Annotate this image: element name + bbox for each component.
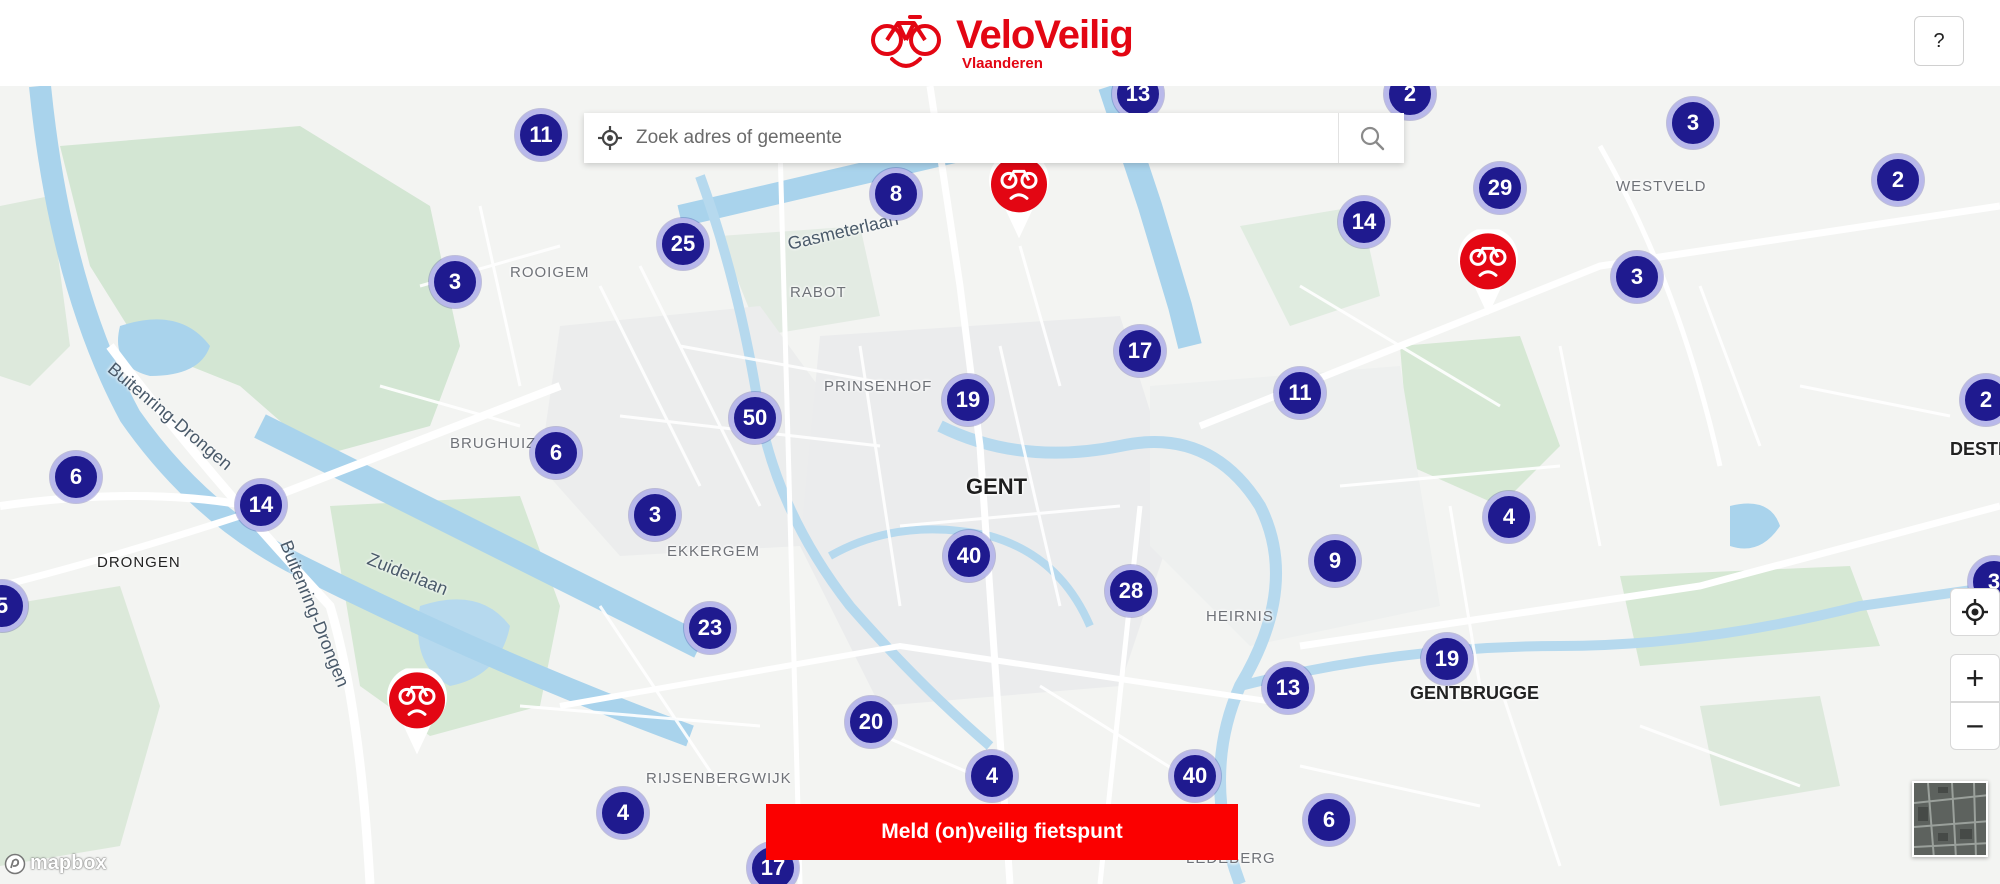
incident-cluster[interactable]: 40 xyxy=(943,530,995,582)
incident-cluster[interactable]: 9 xyxy=(1309,535,1361,587)
place-label: RIJSENBERGWIJK xyxy=(646,770,792,787)
incident-cluster[interactable]: 19 xyxy=(1421,633,1473,685)
incident-cluster[interactable]: 25 xyxy=(657,218,709,270)
incident-cluster[interactable]: 11 xyxy=(1274,367,1326,419)
mapbox-text: mapbox xyxy=(30,852,107,874)
incident-cluster[interactable]: 17 xyxy=(1114,325,1166,377)
incident-cluster[interactable]: 3 xyxy=(1611,251,1663,303)
incident-cluster[interactable]: 11 xyxy=(515,109,567,161)
place-label: RABOT xyxy=(790,284,847,301)
search-icon[interactable] xyxy=(1338,113,1404,163)
place-label: ROOIGEM xyxy=(510,264,590,281)
incident-cluster[interactable]: 6 xyxy=(50,451,102,503)
incident-cluster[interactable]: 4 xyxy=(966,750,1018,802)
geolocate-button[interactable] xyxy=(1950,588,2000,636)
incident-cluster[interactable]: 6 xyxy=(1303,794,1355,846)
mapbox-logo[interactable]: mapbox xyxy=(4,852,107,875)
zoom-in-button[interactable]: + xyxy=(1950,654,2000,702)
place-label: GENTBRUGGE xyxy=(1410,683,1540,703)
satellite-layer-icon[interactable] xyxy=(1912,781,1988,857)
place-label: WESTVELD xyxy=(1616,178,1707,195)
incident-cluster[interactable]: 6 xyxy=(530,427,582,479)
place-label: PRINSENHOF xyxy=(824,378,933,395)
place-label: DRONGEN xyxy=(97,554,181,571)
unsafe-spot-pin[interactable] xyxy=(986,152,1052,240)
bike-face-logo-icon xyxy=(871,15,941,68)
incident-cluster[interactable]: 2 xyxy=(1872,154,1924,206)
incident-cluster[interactable]: 20 xyxy=(845,696,897,748)
place-label: GENT xyxy=(966,474,1028,499)
veloveilig-logo[interactable]: VeloVeilig Vlaanderen xyxy=(870,12,1134,74)
crosshair-icon[interactable] xyxy=(584,113,636,163)
incident-cluster[interactable]: 29 xyxy=(1474,162,1526,214)
logo-title: VeloVeilig xyxy=(956,13,1134,57)
place-label: EKKERGEM xyxy=(667,543,761,560)
app-header: VeloVeilig Vlaanderen ? xyxy=(0,0,2000,86)
address-search-bar xyxy=(584,113,1404,163)
incident-cluster[interactable]: 3 xyxy=(629,489,681,541)
incident-cluster[interactable]: 8 xyxy=(870,168,922,220)
incident-cluster[interactable]: 19 xyxy=(942,374,994,426)
logo-subtitle: Vlaanderen xyxy=(962,55,1043,72)
unsafe-spot-pin[interactable] xyxy=(1455,229,1521,317)
incident-cluster[interactable]: 3 xyxy=(1667,97,1719,149)
mapbox-icon xyxy=(4,853,26,874)
report-unsafe-spot-button[interactable]: Meld (on)veilig fietspunt xyxy=(766,804,1238,860)
incident-cluster[interactable]: 23 xyxy=(684,602,736,654)
unsafe-spot-pin[interactable] xyxy=(384,668,450,756)
incident-cluster[interactable]: 28 xyxy=(1105,565,1157,617)
incident-cluster[interactable]: 4 xyxy=(597,787,649,839)
place-label: HEIRNIS xyxy=(1206,608,1274,625)
help-button[interactable]: ? xyxy=(1914,16,1964,66)
geolocate-icon xyxy=(1962,599,1988,625)
map-canvas[interactable]: Buitenring-Drongen Buitenring-Drongen Zu… xyxy=(0,86,2000,884)
incident-cluster[interactable]: 40 xyxy=(1169,750,1221,802)
incident-cluster[interactable]: 14 xyxy=(1338,196,1390,248)
incident-cluster[interactable]: 50 xyxy=(729,392,781,444)
search-input[interactable] xyxy=(636,114,1338,162)
place-label: DESTELBERGEN xyxy=(1950,439,2000,459)
incident-cluster[interactable]: 3 xyxy=(429,256,481,308)
incident-cluster[interactable]: 4 xyxy=(1483,491,1535,543)
incident-cluster[interactable]: 14 xyxy=(235,479,287,531)
incident-cluster[interactable]: 13 xyxy=(1262,662,1314,714)
zoom-out-button[interactable]: − xyxy=(1950,702,2000,750)
